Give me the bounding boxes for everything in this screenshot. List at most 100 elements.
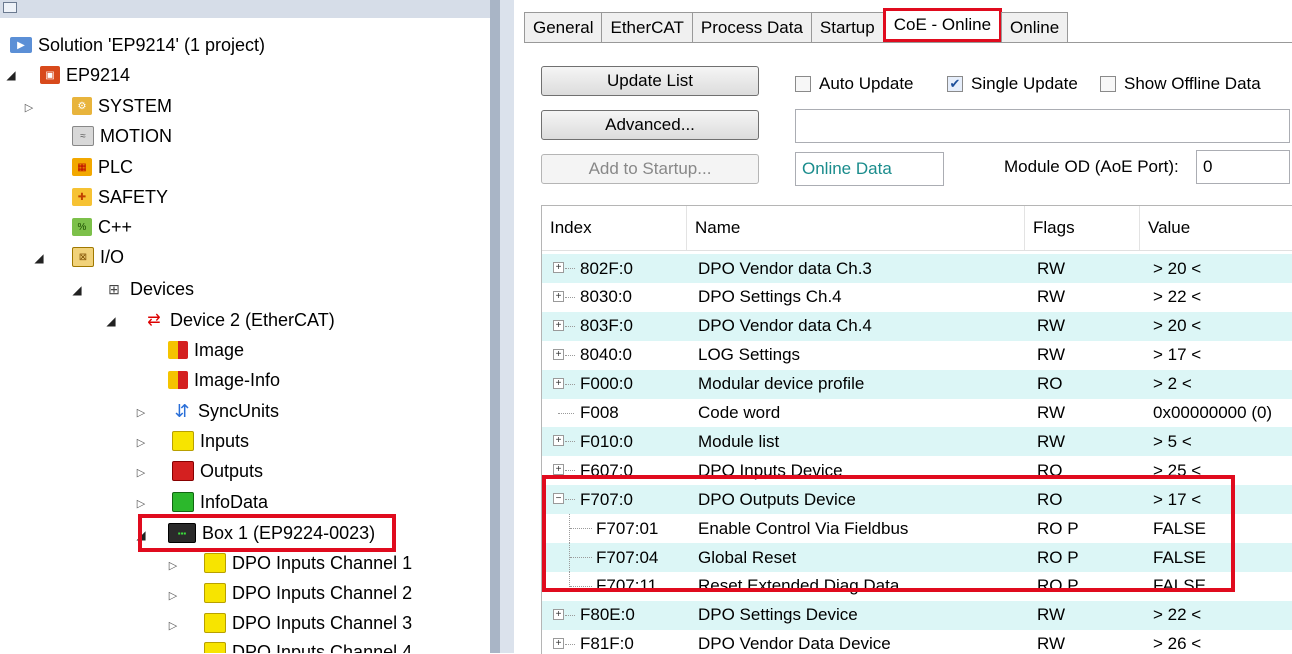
ethercat-icon: ⇄ — [147, 312, 161, 329]
tree-item-cpp[interactable]: % C++ — [72, 212, 132, 242]
tree-item-io[interactable]: ⊠ I/O — [72, 242, 124, 272]
expand-icon[interactable]: ▷ — [134, 397, 148, 427]
collapse-icon[interactable]: ◢ — [4, 60, 18, 90]
table-row[interactable]: + F80E:0 DPO Settings Device RW > 22 < — [542, 600, 1292, 630]
tree-item-solution[interactable]: ▶ Solution 'EP9214' (1 project) — [10, 30, 265, 60]
tree-item-device2[interactable]: ⇄ Device 2 (EtherCAT) — [144, 305, 334, 335]
table-row[interactable]: + F010:0 Module list RW > 5 < — [542, 427, 1292, 457]
tree-item-project[interactable]: ▣ EP9214 — [40, 60, 130, 90]
tab-general[interactable]: General — [524, 12, 603, 42]
expand-icon[interactable]: ▷ — [22, 92, 36, 122]
expand-icon[interactable]: + — [553, 637, 564, 649]
cell-flags: RW — [1037, 605, 1066, 625]
add-to-startup-button[interactable]: Add to Startup... — [541, 154, 759, 184]
collapse-icon[interactable]: ◢ — [134, 520, 148, 550]
checkbox-box — [795, 76, 811, 92]
col-name-header[interactable]: Name — [687, 206, 1025, 250]
expand-icon[interactable]: ▷ — [166, 550, 180, 580]
tree-item-infodata[interactable]: InfoData — [172, 487, 268, 517]
toolbar-icon[interactable] — [3, 2, 17, 13]
cell-index: F81F:0 — [580, 634, 634, 654]
cell-index: F008 — [580, 403, 619, 422]
cell-value: FALSE — [1153, 547, 1206, 567]
expand-icon[interactable]: ▷ — [166, 610, 180, 640]
cell-value: > 25 < — [1153, 460, 1202, 480]
expand-icon[interactable]: + — [553, 608, 564, 620]
col-flags-header[interactable]: Flags — [1025, 206, 1140, 250]
tab-startup[interactable]: Startup — [810, 12, 884, 42]
tree-line — [570, 528, 592, 530]
cell-name: DPO Inputs Device — [698, 460, 843, 480]
tab-ethercat[interactable]: EtherCAT — [601, 12, 693, 42]
update-list-button[interactable]: Update List — [541, 66, 759, 96]
tree-item-image[interactable]: Image — [168, 335, 244, 365]
table-row[interactable]: F707:01 Enable Control Via Fieldbus RO P FA… — [542, 514, 1292, 544]
outputs-icon — [172, 461, 194, 481]
tree-item-outputs[interactable]: Outputs — [172, 456, 263, 486]
auto-update-checkbox[interactable]: Auto Update — [795, 72, 914, 96]
tab-process-data[interactable]: Process Data — [691, 12, 812, 42]
tree-item-channel-1[interactable]: DPO Inputs Channel 1 — [204, 548, 412, 578]
single-update-checkbox[interactable]: ✔ Single Update — [947, 72, 1078, 96]
table-row[interactable]: F707:11 Reset Extended Diag Data RO P FALSE — [542, 571, 1292, 601]
tree-item-box1[interactable]: ▪▪▪ Box 1 (EP9224-0023) — [168, 518, 375, 548]
cell-index: 8030:0 — [580, 287, 632, 307]
tree-item-channel-2[interactable]: DPO Inputs Channel 2 — [204, 578, 412, 608]
expand-icon[interactable]: + — [553, 319, 564, 331]
tab-coe-online[interactable]: CoE - Online — [882, 8, 1003, 42]
table-row[interactable]: + F81F:0 DPO Vendor Data Device RW > 26 < — [542, 630, 1292, 654]
cell-name: Global Reset — [698, 547, 797, 567]
tree-line — [565, 643, 575, 646]
collapse-icon[interactable]: − — [553, 493, 564, 505]
tree-item-channel-3[interactable]: DPO Inputs Channel 3 — [204, 608, 412, 638]
expand-icon[interactable]: + — [553, 290, 564, 302]
tree-item-syncunits[interactable]: ⇵ SyncUnits — [172, 396, 279, 426]
expand-icon[interactable]: + — [553, 435, 564, 447]
tree-item-motion[interactable]: ≈ MOTION — [72, 121, 172, 151]
tree-item-devices[interactable]: ⊞ Devices — [104, 274, 194, 304]
expand-icon[interactable]: + — [553, 262, 564, 273]
tree-item-channel-4[interactable]: DPO Inputs Channel 4 — [204, 637, 412, 653]
table-row[interactable]: +8030:0 DPO Settings Ch.4 RW > 22 < — [542, 283, 1292, 312]
table-row[interactable]: +803F:0 DPO Vendor data Ch.4 RW > 20 < — [542, 311, 1292, 341]
expand-icon[interactable]: ▷ — [166, 580, 180, 610]
table-row[interactable]: F008 Code word RW 0x00000000 (0) — [542, 399, 1292, 428]
table-row[interactable]: − F707:0 DPO Outputs Device RO > 17 < — [542, 485, 1292, 515]
module-od-input[interactable]: 0 — [1196, 150, 1290, 184]
tree-item-safety[interactable]: ✚ SAFETY — [72, 182, 168, 212]
splitter[interactable] — [490, 0, 500, 653]
cell-index: F80E:0 — [580, 605, 635, 625]
col-value-header[interactable]: Value — [1140, 206, 1292, 250]
advanced-info-field[interactable] — [795, 109, 1290, 143]
cell-flags: RW — [1037, 316, 1066, 336]
expand-icon[interactable]: ▷ — [134, 488, 148, 518]
tree-item-plc[interactable]: ▦ PLC — [72, 152, 133, 182]
tab-online[interactable]: Online — [1001, 12, 1069, 42]
table-row[interactable]: + F607:0 DPO Inputs Device RO > 25 < — [542, 456, 1292, 485]
collapse-icon[interactable]: ◢ — [70, 275, 84, 305]
image-info-icon — [168, 371, 188, 389]
table-row[interactable]: F707:04 Global Reset RO P FALSE — [542, 543, 1292, 572]
solution-explorer: ▶ Solution 'EP9214' (1 project) ◢ ▣ EP92… — [0, 0, 490, 653]
table-header: Index Name Flags Value — [542, 206, 1292, 251]
tree-line — [565, 296, 575, 299]
tree-item-inputs[interactable]: Inputs — [172, 426, 249, 456]
collapse-icon[interactable]: ◢ — [32, 243, 46, 273]
table-row[interactable]: +8040:0 LOG Settings RW > 17 < — [542, 341, 1292, 370]
table-row[interactable]: + F000:0 Modular device profile RO > 2 < — [542, 369, 1292, 399]
expand-icon[interactable]: + — [553, 348, 564, 360]
advanced-button[interactable]: Advanced... — [541, 110, 759, 140]
input-channel-icon — [204, 553, 226, 573]
tree-item-system[interactable]: ⚙ SYSTEM — [72, 91, 172, 121]
show-offline-data-checkbox[interactable]: Show Offline Data — [1100, 72, 1261, 96]
expand-icon[interactable]: + — [553, 377, 564, 389]
col-index-header[interactable]: Index — [542, 206, 687, 250]
expand-icon[interactable]: ▷ — [134, 427, 148, 457]
expand-icon[interactable]: + — [553, 464, 564, 476]
expand-icon[interactable]: ▷ — [134, 457, 148, 487]
collapse-icon[interactable]: ◢ — [104, 306, 118, 336]
cell-value: > 5 < — [1153, 431, 1192, 451]
table-row[interactable]: +802F:0 DPO Vendor data Ch.3 RW > 20 < — [542, 254, 1292, 283]
checkbox-box: ✔ — [947, 76, 963, 92]
tree-item-image-info[interactable]: Image-Info — [168, 365, 280, 395]
